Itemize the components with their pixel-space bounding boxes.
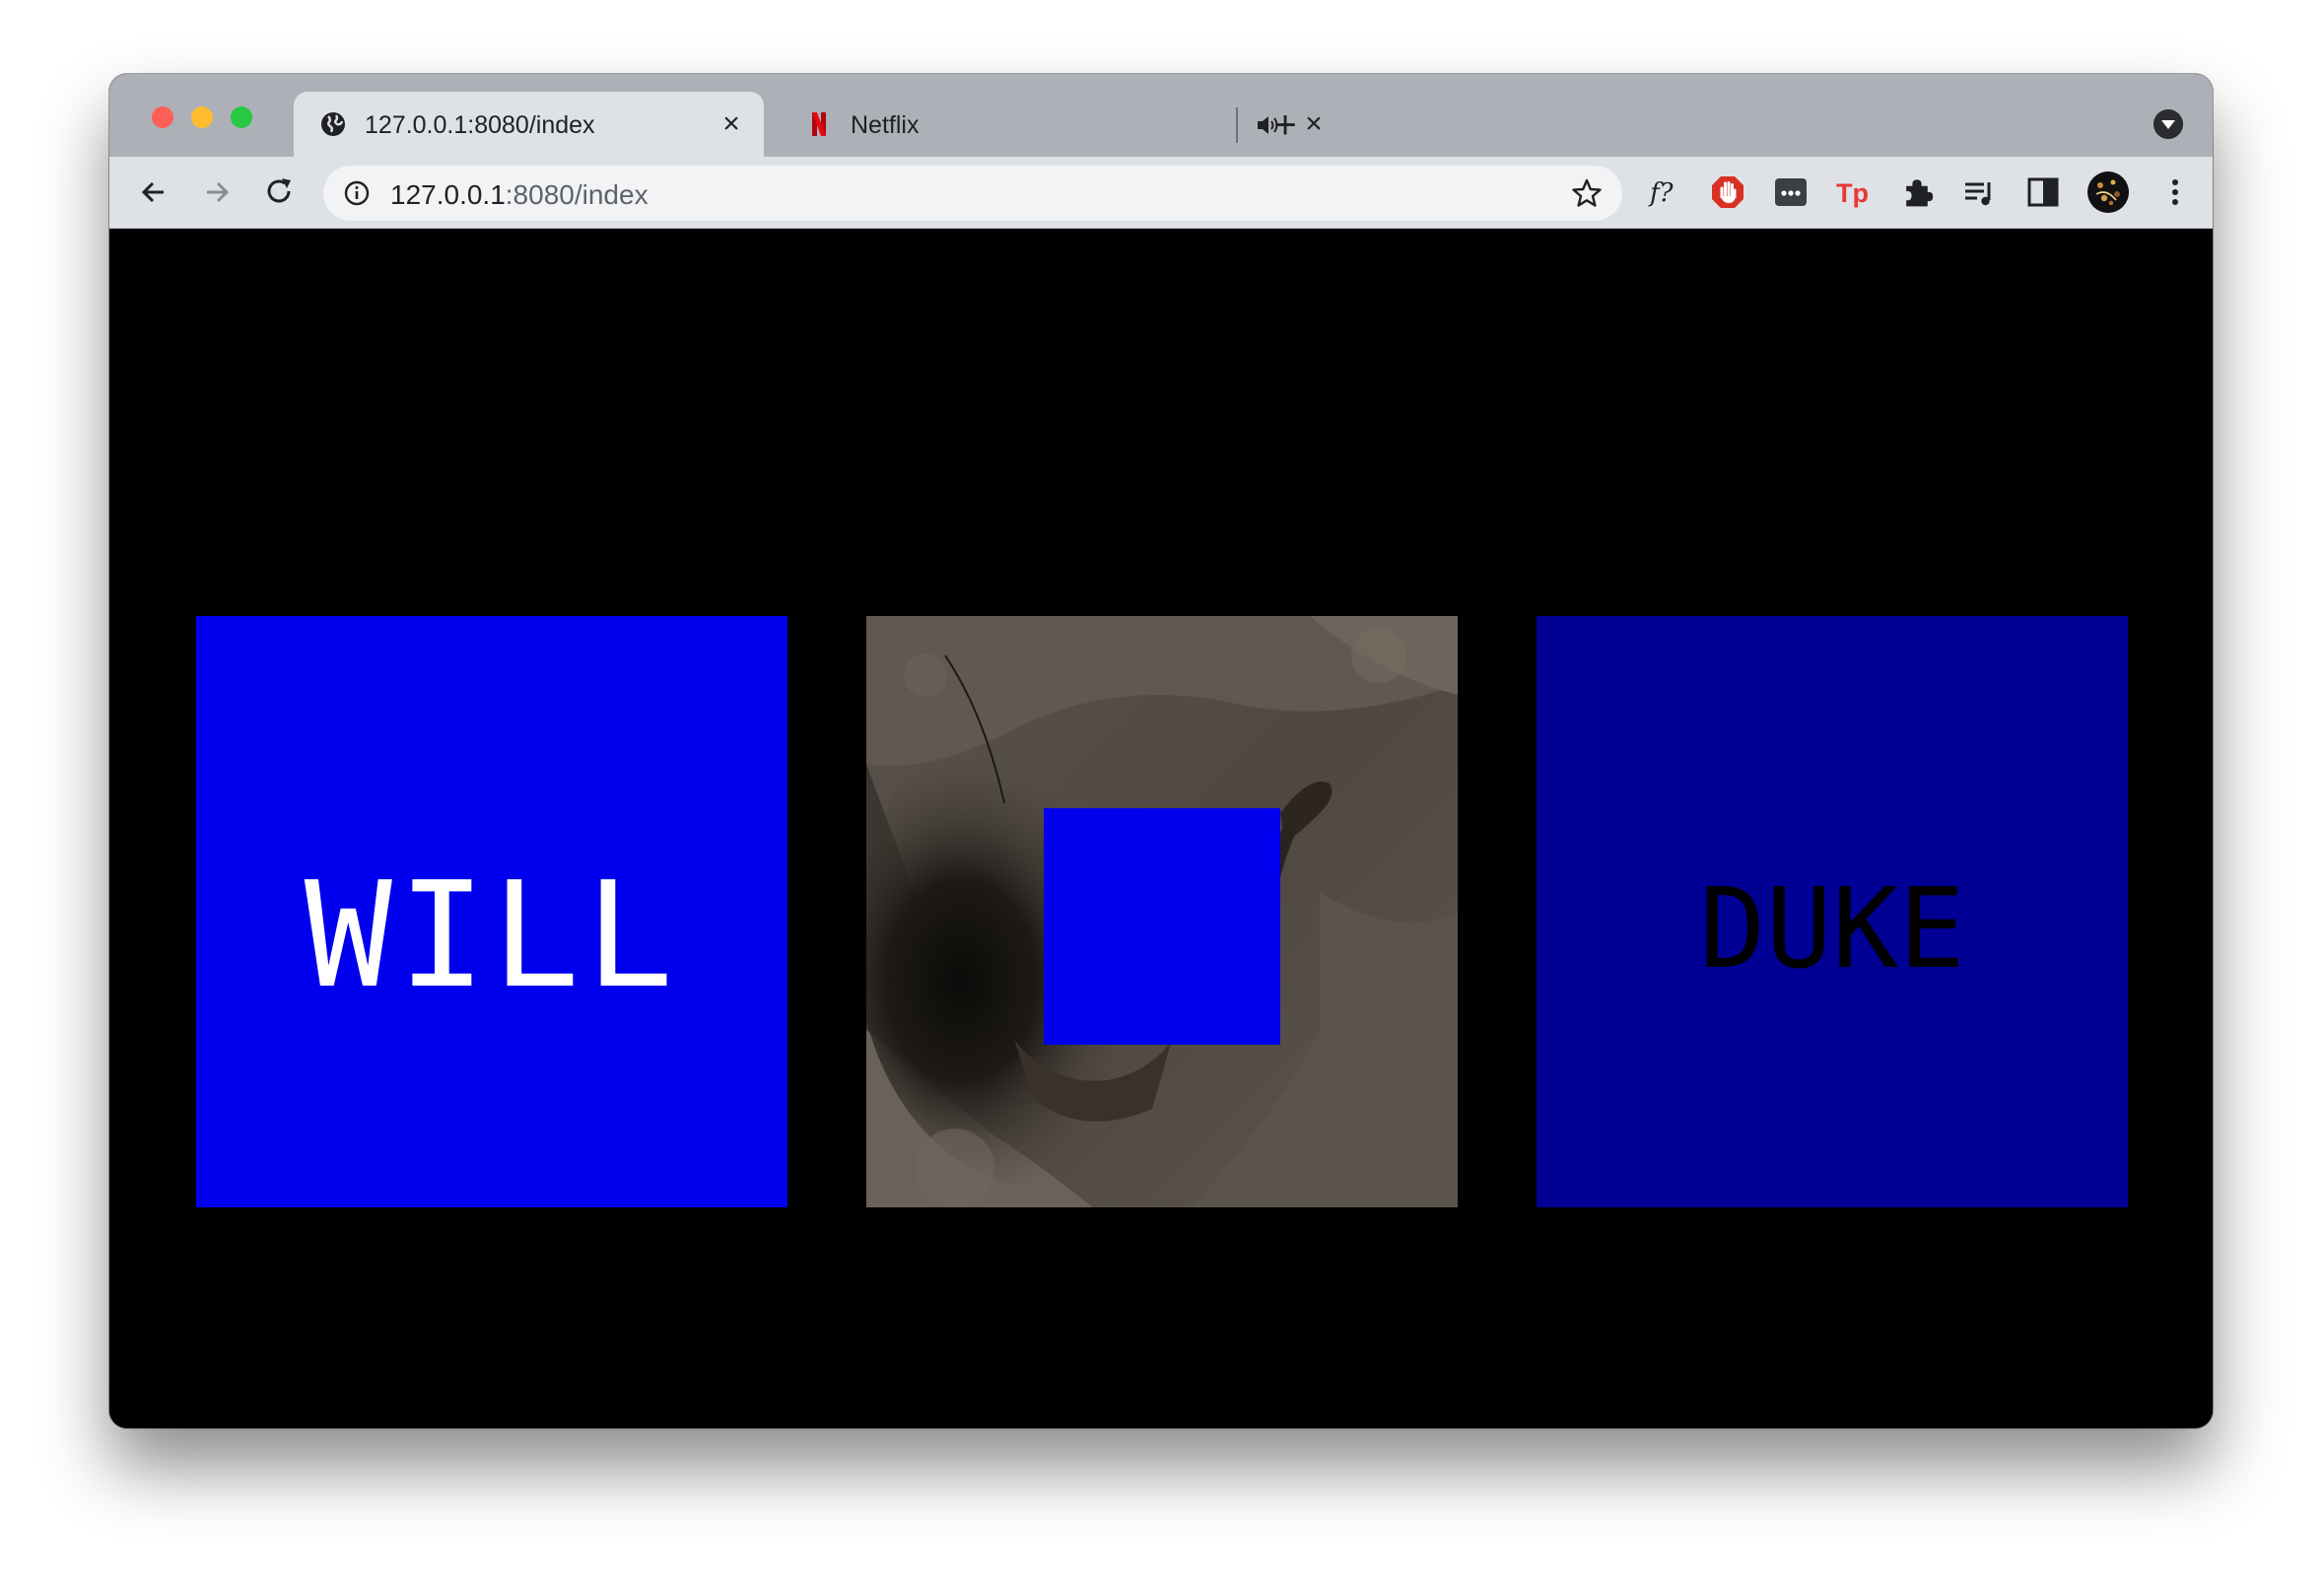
url-host: 127.0.0.1 bbox=[390, 179, 506, 210]
reload-icon[interactable] bbox=[262, 174, 298, 210]
url-text[interactable]: 127.0.0.1:8080/index bbox=[390, 179, 649, 211]
tab-separator bbox=[1236, 107, 1238, 143]
ext-font-label: f? bbox=[1648, 178, 1675, 208]
info-icon[interactable] bbox=[343, 179, 371, 207]
globe-icon bbox=[321, 112, 345, 136]
tile-duke-label: DUKE bbox=[1699, 865, 1965, 993]
blue-overlay-square bbox=[1044, 808, 1280, 1045]
window-minimize-button[interactable] bbox=[191, 106, 213, 128]
avatar-icon[interactable] bbox=[2086, 171, 2130, 214]
back-arrow-icon[interactable] bbox=[136, 174, 171, 210]
playlist-icon[interactable] bbox=[1962, 174, 1998, 210]
puzzle-icon[interactable] bbox=[1899, 174, 1935, 210]
url-path: :8080/index bbox=[505, 179, 649, 210]
font-identifier-icon[interactable]: f? bbox=[1647, 174, 1682, 210]
tile-will-label: WILL bbox=[304, 851, 680, 1020]
forward-arrow-icon[interactable] bbox=[199, 174, 235, 210]
tp-extension-icon[interactable]: Tp bbox=[1836, 174, 1872, 210]
close-icon[interactable]: × bbox=[718, 109, 745, 139]
toolbar: 127.0.0.1:8080/index f? Tp bbox=[109, 157, 2213, 229]
tile-photo[interactable] bbox=[866, 616, 1458, 1207]
side-panel-icon[interactable] bbox=[2025, 174, 2061, 210]
ellipsis-box-icon[interactable] bbox=[1773, 174, 1809, 210]
window-close-button[interactable] bbox=[152, 106, 173, 128]
address-bar[interactable]: 127.0.0.1:8080/index bbox=[323, 166, 1622, 221]
ext-tp-label: Tp bbox=[1836, 178, 1869, 208]
hand-stop-icon[interactable] bbox=[1710, 174, 1745, 210]
tab-title: 127.0.0.1:8080/index bbox=[365, 111, 595, 139]
star-icon[interactable] bbox=[1571, 177, 1603, 209]
page-viewport: WILL DUKE bbox=[109, 229, 2213, 1428]
browser-window: 127.0.0.1:8080/index × Netflix × + 127.0… bbox=[109, 74, 2213, 1428]
window-zoom-button[interactable] bbox=[231, 106, 252, 128]
tab-strip: 127.0.0.1:8080/index × Netflix × + bbox=[109, 74, 2213, 157]
tab-title: Netflix bbox=[851, 111, 920, 139]
kebab-menu-icon[interactable] bbox=[2157, 174, 2193, 210]
tab-active[interactable]: 127.0.0.1:8080/index × bbox=[294, 92, 764, 157]
tile-duke[interactable]: DUKE bbox=[1537, 616, 2128, 1207]
plus-icon[interactable]: + bbox=[1265, 105, 1305, 145]
tile-will[interactable]: WILL bbox=[196, 616, 787, 1207]
netflix-icon bbox=[812, 112, 826, 136]
chevron-down-icon[interactable] bbox=[2153, 109, 2183, 139]
